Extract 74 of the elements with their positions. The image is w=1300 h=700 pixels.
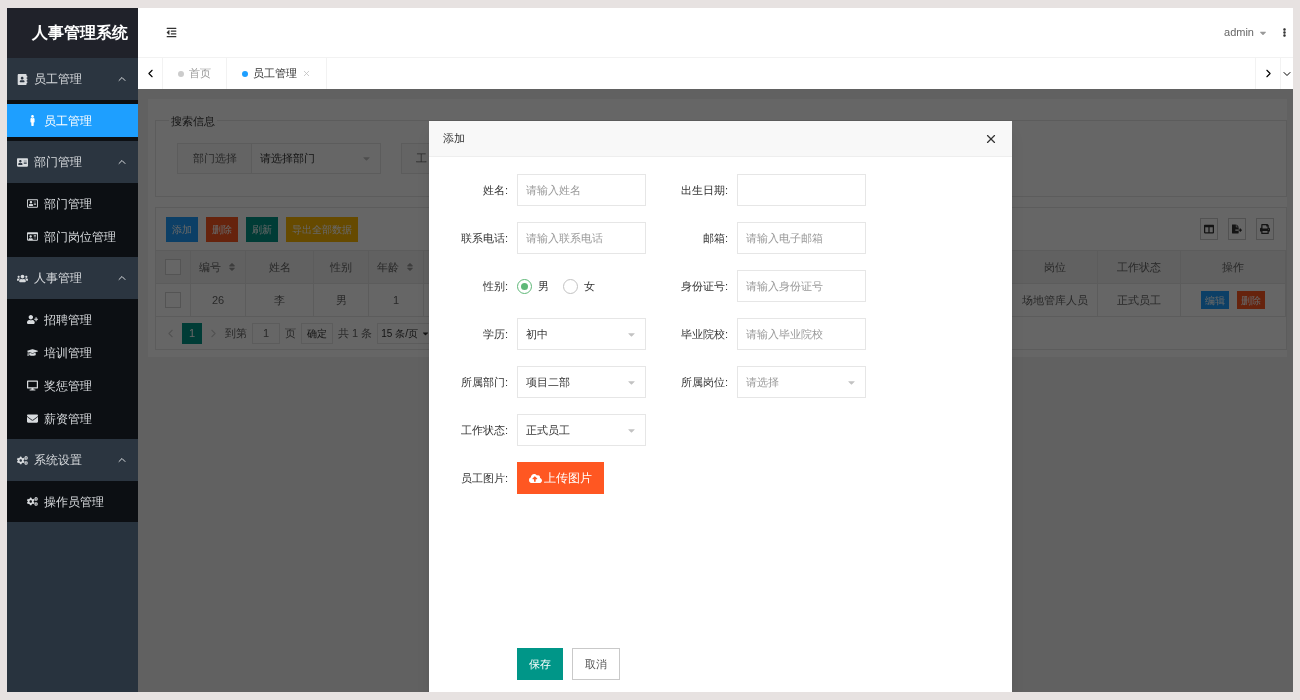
field-label: 学历: <box>481 326 508 342</box>
field-label: 身份证号: <box>679 278 728 294</box>
menu-item[interactable]: 部门管理 <box>7 187 138 220</box>
monitor-icon <box>27 380 38 391</box>
tool-button[interactable] <box>1256 218 1274 240</box>
confirm-button[interactable]: 确定 <box>301 322 333 344</box>
input-field[interactable]: 请输入联系电话 <box>517 222 646 254</box>
user-menu[interactable]: admin <box>1224 24 1268 41</box>
id-card-icon <box>17 156 28 168</box>
graduation-cap-icon <box>27 347 38 358</box>
sort-icon <box>227 262 237 272</box>
table-cell: 男 <box>314 284 369 316</box>
panel-legend: 搜索信息 <box>169 113 217 130</box>
field-label: 出生日期: <box>679 182 728 198</box>
menu-item[interactable]: 员工管理 <box>7 104 138 137</box>
gears-icon <box>27 496 38 507</box>
cancel-button[interactable]: 取消 <box>572 648 620 680</box>
page-suffix: 页 <box>285 325 296 341</box>
menu-item[interactable]: 招聘管理 <box>7 303 138 336</box>
input-field[interactable]: 请输入电子邮箱 <box>737 222 866 254</box>
field-label: 毕业院校: <box>679 326 728 342</box>
field-label: 性别: <box>481 278 508 294</box>
delete-button[interactable]: 删除 <box>1237 291 1265 309</box>
cloud-upload-icon <box>529 471 542 485</box>
edit-button[interactable]: 编辑 <box>1201 291 1229 309</box>
columns-icon <box>1204 224 1214 234</box>
select-field[interactable]: 正式员工 <box>517 414 646 446</box>
input-field[interactable] <box>737 174 866 206</box>
select-field[interactable]: 请选择 <box>737 366 866 398</box>
card-icon <box>27 231 38 242</box>
contact-book-icon <box>17 73 28 85</box>
tool-button[interactable] <box>1228 218 1246 240</box>
input-field[interactable]: 请输入毕业院校 <box>737 318 866 350</box>
toolbar-button[interactable]: 刷新 <box>246 216 278 242</box>
save-button[interactable]: 保存 <box>517 648 563 680</box>
field-label: 邮箱: <box>701 230 728 246</box>
sort-icon <box>405 262 415 272</box>
upload-button[interactable]: 上传图片 <box>517 462 604 494</box>
table-cell: 26 <box>191 284 246 316</box>
field-label: 姓名: <box>481 182 508 198</box>
users-icon <box>17 272 28 284</box>
id-card-icon <box>27 198 38 209</box>
dialog-title: 添加 <box>443 131 465 147</box>
print-icon <box>1260 224 1270 234</box>
tool-button[interactable] <box>1200 218 1218 240</box>
toolbar-button[interactable]: 添加 <box>166 216 198 242</box>
input-field[interactable]: 请输入姓名 <box>517 174 646 206</box>
menu-item[interactable]: 奖惩管理 <box>7 369 138 402</box>
select-field[interactable]: 项目二部 <box>517 366 646 398</box>
envelope-icon <box>27 413 38 424</box>
radio-option[interactable]: 男 <box>517 277 549 295</box>
person-icon <box>27 115 38 126</box>
app-title: 人事管理系统 <box>32 23 128 43</box>
user-plus-icon <box>27 314 38 325</box>
input-field[interactable]: 请输入身份证号 <box>737 270 866 302</box>
menu-item[interactable]: 部门岗位管理 <box>7 220 138 253</box>
field-label: 所属部门: <box>459 374 508 390</box>
table-cell: 1 <box>369 284 424 316</box>
field-label: 联系电话: <box>459 230 508 246</box>
gears-icon <box>17 454 28 466</box>
field-label: 所属岗位: <box>679 374 728 390</box>
toolbar-button[interactable]: 删除 <box>206 216 238 242</box>
menu-item[interactable]: 薪资管理 <box>7 402 138 435</box>
menu-item[interactable]: 培训管理 <box>7 336 138 369</box>
field-label: 工作状态: <box>459 422 508 438</box>
radio-option[interactable]: 女 <box>563 277 595 295</box>
field-label: 员工图片: <box>459 470 508 486</box>
select-field[interactable]: 初中 <box>517 318 646 350</box>
more-icon <box>1280 28 1289 37</box>
menu-icon <box>166 27 177 38</box>
table-cell: 李 <box>246 284 314 316</box>
page-input[interactable]: 1 <box>252 322 280 344</box>
page-link[interactable]: 1 <box>182 322 202 344</box>
export-icon <box>1232 224 1242 234</box>
